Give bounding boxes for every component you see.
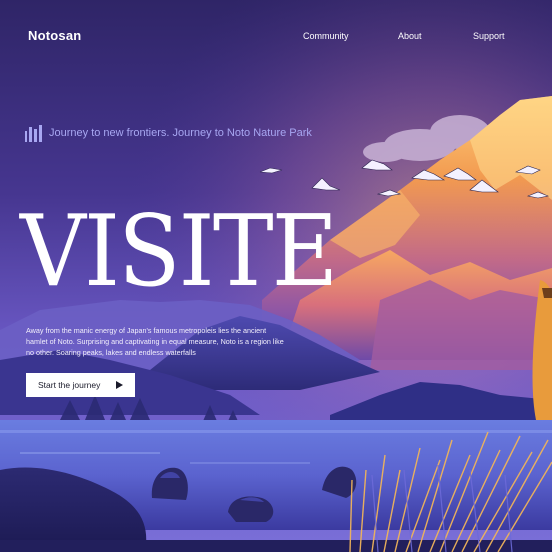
hero-headline: VISITE (20, 195, 338, 309)
nav-link-community[interactable]: Community (303, 31, 349, 41)
top-navigation: Notosan Community About Support (0, 0, 552, 72)
nav-link-support[interactable]: Support (473, 31, 505, 41)
nav-link-about[interactable]: About (398, 31, 422, 41)
hero-tagline-row: Journey to new frontiers. Journey to Not… (25, 124, 312, 142)
bars-icon (25, 124, 42, 142)
brand-logo[interactable]: Notosan (28, 28, 81, 43)
start-journey-button[interactable]: Start the journey (26, 373, 135, 397)
hero-description: Away from the manic energy of Japan's fa… (26, 326, 284, 357)
landing-page: Notosan Community About Support Journey … (0, 0, 552, 552)
play-arrow-icon (116, 381, 123, 389)
start-journey-label: Start the journey (38, 380, 101, 390)
hero-tagline: Journey to new frontiers. Journey to Not… (49, 127, 312, 139)
